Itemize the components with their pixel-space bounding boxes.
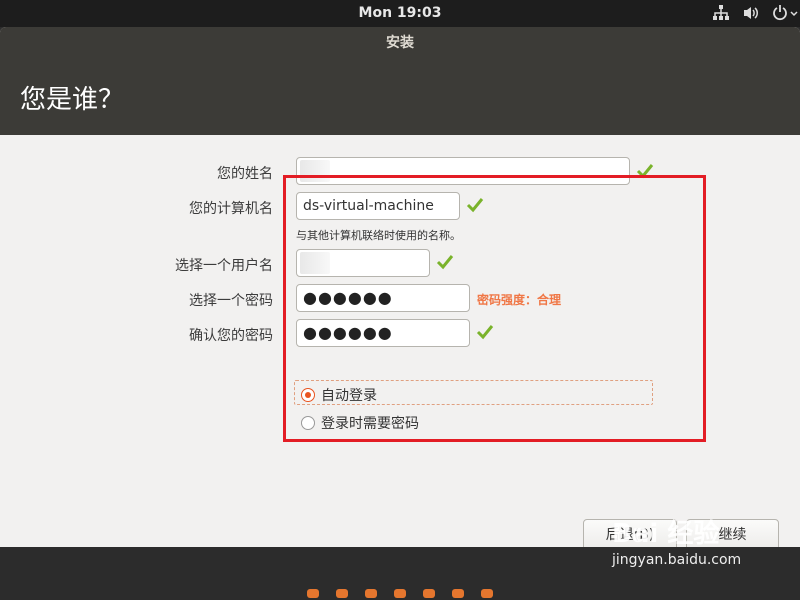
confirm-password-label: 确认您的密码 — [189, 328, 273, 344]
clock[interactable]: Mon 19:03 — [0, 5, 800, 21]
username-label: 选择一个用户名 — [175, 258, 273, 274]
progress-dot — [336, 589, 348, 598]
page-title: 您是谁？ — [20, 85, 125, 115]
window-title: 安装 — [0, 27, 800, 57]
top-bar: Mon 19:03 — [0, 0, 800, 27]
password-label: 选择一个密码 — [189, 293, 273, 309]
installer-window: 安装 您是谁？ 您的姓名 您的计算机名 ds-virtual-machine 与… — [0, 27, 800, 547]
name-label: 您的姓名 — [217, 166, 273, 182]
progress-dot — [452, 589, 464, 598]
watermark-url: jingyan.baidu.com — [612, 552, 742, 568]
system-tray[interactable] — [712, 4, 798, 22]
highlight-box — [283, 175, 706, 442]
page-header: 您是谁？ — [0, 57, 800, 135]
progress-dot — [423, 589, 435, 598]
progress-dot — [307, 589, 319, 598]
progress-dot — [365, 589, 377, 598]
progress-dot — [481, 589, 493, 598]
computer-name-label: 您的计算机名 — [189, 201, 273, 217]
progress-dot — [394, 589, 406, 598]
baidu-watermark: Bai 经验 jingyan.baidu.com — [612, 513, 741, 568]
watermark-brand: Bai 经验 — [612, 519, 720, 549]
volume-icon[interactable] — [742, 4, 760, 22]
network-icon[interactable] — [712, 4, 730, 22]
power-icon[interactable] — [772, 4, 798, 22]
form-area: 您的姓名 您的计算机名 ds-virtual-machine 与其他计算机联络时… — [0, 135, 800, 547]
step-progress — [307, 589, 493, 598]
